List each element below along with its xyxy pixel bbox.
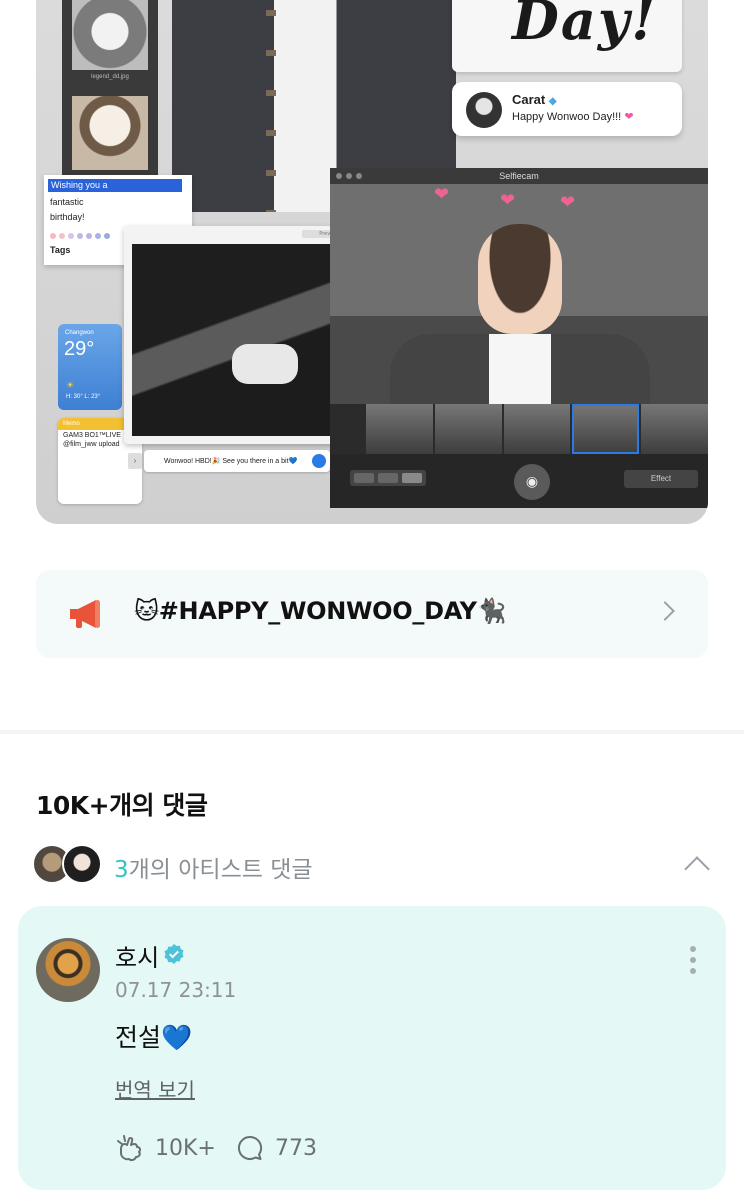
photo-window: Preview [124, 226, 364, 444]
megaphone-icon [70, 600, 100, 628]
window-minimize-icon [346, 173, 352, 179]
thumbnail [641, 404, 708, 454]
artist-avatars [32, 844, 104, 886]
comment-count: 10K+개의 댓글 [36, 791, 208, 820]
sun-icon: ☀ [66, 380, 75, 390]
person-face [478, 224, 562, 334]
chevron-right-icon [655, 601, 675, 621]
weather-temp: 29° [64, 338, 95, 360]
reply-bubble-icon [238, 1135, 263, 1160]
reply-button[interactable]: 773 [235, 1132, 317, 1164]
thumbnail [503, 404, 571, 454]
thumbnail [366, 404, 433, 454]
like-count: 10K+ [155, 1135, 216, 1161]
tag-color-dots [50, 231, 113, 241]
artist-comments-toggle[interactable]: 3개의 아티스트 댓글 [32, 844, 722, 888]
comment-date: 07.17 23:11 [115, 978, 237, 1002]
verified-badge-icon [164, 944, 184, 964]
dog-photo [72, 0, 148, 70]
comment-card: 호시 07.17 23:11 전설💙 번역 보기 10K+ 773 [18, 906, 726, 1190]
effect-button: Effect [624, 470, 698, 488]
message-text: Wonwoo! HBD!🎉 See you there in a bit💙 [164, 458, 298, 465]
portrait-icon [402, 473, 422, 483]
notice-text: 🐱#HAPPY_WONWOO_DAY🐈‍⬛ [134, 597, 507, 625]
artist-comments-label: 3개의 아티스트 댓글 [114, 850, 313, 884]
dog-photo [72, 96, 148, 170]
avatar [62, 844, 102, 884]
reply-count: 773 [275, 1135, 317, 1161]
thumbnail-strip [366, 404, 708, 454]
photo-toolbar: Preview [124, 226, 364, 240]
window-zoom-icon [356, 173, 362, 179]
heart-icon: ❤ [624, 111, 634, 123]
dog-photo-strip: legend_dd.jpg [62, 0, 158, 200]
tags-line: birthday! [50, 212, 85, 222]
message-bar: › Wonwoo! HBD!🎉 See you there in a bit💙 [128, 450, 330, 472]
game-controller [232, 344, 298, 384]
camera-controls: ◉ Effect [330, 454, 708, 508]
window-close-icon [336, 173, 342, 179]
dog-caption: legend_dd.jpg [91, 74, 129, 80]
tags-line: fantastic [50, 197, 84, 207]
avatar [466, 92, 502, 128]
comment-author[interactable]: 호시 [115, 938, 159, 973]
heart-icon: ❤ [500, 190, 516, 211]
section-divider [0, 730, 744, 734]
event-banner[interactable]: legend_dd.jpg Day! Carat ◆ Happy Wonwoo … [36, 0, 708, 524]
carat-name: Carat [512, 92, 546, 107]
translate-link[interactable]: 번역 보기 [115, 1074, 195, 1103]
selfiecam-title: Selfiecam [330, 168, 708, 184]
expand-arrow-icon: › [128, 453, 142, 469]
selfiecam-window: Selfiecam ❤ ❤ ❤ ◉ Effect [330, 168, 708, 508]
carat-message: Happy Wonwoo Day!!! [512, 111, 622, 123]
tags-label: Tags [50, 245, 71, 255]
send-icon [312, 454, 326, 468]
hashtag-notice[interactable]: 🐱#HAPPY_WONWOO_DAY🐈‍⬛ [36, 570, 708, 658]
thumbnail [434, 404, 502, 454]
heart-icon: ❤ [434, 184, 450, 205]
weather-city: Changwon [65, 330, 94, 336]
thumbnail [572, 404, 640, 454]
like-button[interactable]: 10K+ [115, 1132, 216, 1164]
tags-line-selected: Wishing you a [48, 179, 182, 192]
view-mode-toggle [350, 470, 426, 486]
paw-like-icon [117, 1135, 142, 1162]
selfie-view: ❤ ❤ ❤ [330, 184, 708, 404]
more-options-icon[interactable] [690, 946, 698, 976]
weather-hilo: H: 30° L: 23° [66, 394, 101, 400]
heart-icon: ❤ [560, 192, 576, 213]
diamond-icon: ◆ [548, 96, 557, 107]
person-shirt [390, 334, 650, 404]
artist-comment-text: 개의 아티스트 댓글 [128, 857, 313, 883]
artist-comment-count: 3 [114, 857, 129, 883]
avatar[interactable] [36, 938, 100, 1002]
camera-icon: ◉ [514, 464, 550, 500]
day-text: Day! [512, 0, 657, 52]
single-view-icon [378, 473, 398, 483]
grid-icon [354, 473, 374, 483]
comment-body: 전설💙 [115, 1023, 193, 1052]
weather-widget: Changwon 29° ☀ H: 30° L: 23° [58, 324, 122, 410]
chevron-up-icon[interactable] [684, 856, 710, 882]
controller-photo [132, 244, 356, 436]
day-card: Day! [452, 0, 682, 72]
carat-notification: Carat ◆ Happy Wonwoo Day!!! ❤ [452, 82, 682, 136]
